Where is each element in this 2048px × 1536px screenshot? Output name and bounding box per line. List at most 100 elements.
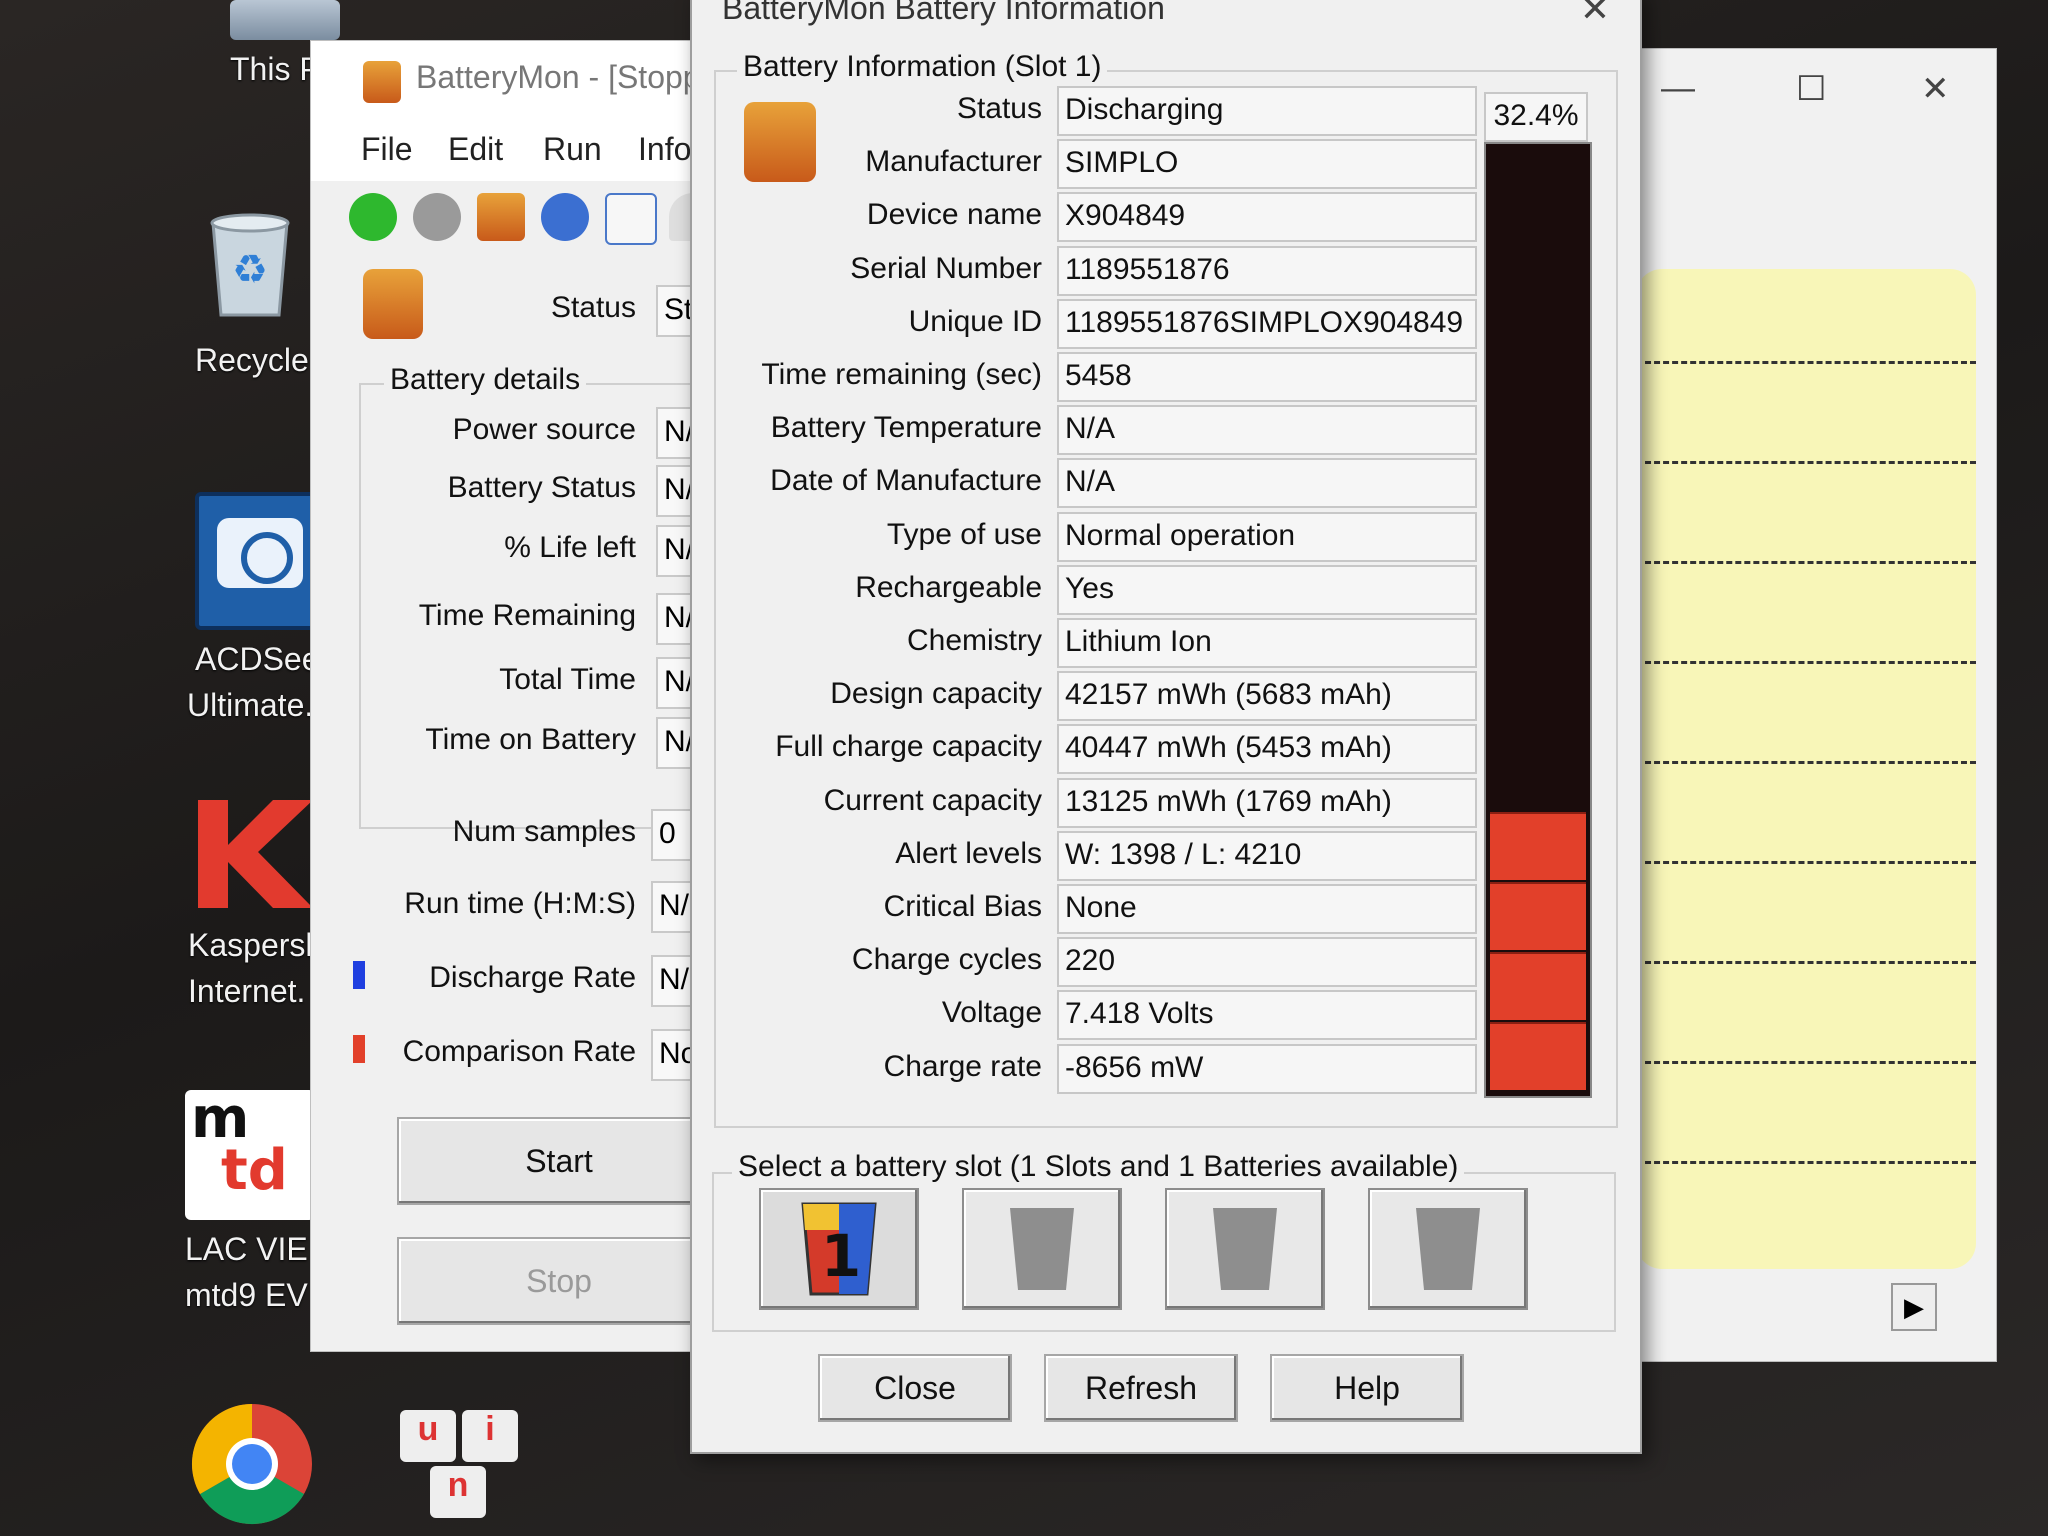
maximize-button[interactable]: ☐: [1796, 69, 1826, 109]
field-label: Current capacity: [823, 784, 1042, 817]
field-value: SIMPLO: [1057, 139, 1477, 189]
toolbar: [311, 185, 731, 251]
discharge-rate-label: Discharge Rate: [429, 961, 636, 994]
field-label: Time remaining (sec): [761, 358, 1042, 391]
menu-edit[interactable]: Edit: [448, 131, 503, 168]
field-value: Discharging: [1057, 86, 1477, 136]
unikey-key-n: n: [430, 1466, 486, 1518]
field-label: Voltage: [941, 996, 1042, 1029]
charge-segment: [1490, 812, 1586, 880]
menu-file[interactable]: File: [361, 131, 413, 168]
field-value: Lithium Ion: [1057, 618, 1477, 668]
field-label: Rechargeable: [855, 571, 1042, 604]
stop-circle-icon[interactable]: [413, 193, 461, 241]
minimize-button[interactable]: —: [1661, 69, 1695, 108]
recycle-bin-icon: ♻: [210, 213, 290, 317]
field-label: Charge cycles: [851, 943, 1042, 976]
field-label: Charge rate: [883, 1050, 1042, 1083]
battery-information-group-title: Battery Information (Slot 1): [737, 50, 1108, 84]
field-label: Serial Number: [850, 252, 1042, 285]
battery-slot-1-icon: 1: [801, 1202, 877, 1296]
life-left-label: % Life left: [504, 531, 636, 564]
menu-info[interactable]: Info: [638, 131, 691, 168]
field-label: Battery Temperature: [770, 411, 1042, 444]
charge-percent-readout: 32.4%: [1484, 92, 1588, 142]
field-value: N/A: [1057, 458, 1477, 508]
field-value: 40447 mWh (5453 mAh): [1057, 724, 1477, 774]
main-window-title: BatteryMon - [Stopp: [416, 59, 701, 95]
discharge-rate-color-swatch: [353, 961, 365, 989]
comparison-rate-label: Comparison Rate: [402, 1035, 636, 1068]
field-label: Alert levels: [895, 837, 1042, 870]
graph-area: [1636, 269, 1976, 1269]
scroll-right-button[interactable]: ▶: [1891, 1283, 1937, 1331]
battery-slot-group-title: Select a battery slot (1 Slots and 1 Bat…: [732, 1150, 1465, 1184]
field-value: 220: [1057, 937, 1477, 987]
battery-slot-3-button[interactable]: [1165, 1188, 1325, 1310]
run-time-label: Run time (H:M:S): [404, 887, 636, 920]
time-remaining-label: Time Remaining: [418, 599, 636, 632]
field-value: X904849: [1057, 192, 1477, 242]
desktop-icon-unikey[interactable]: u i n: [400, 1410, 540, 1530]
field-label: Manufacturer: [865, 145, 1042, 178]
start-check-icon[interactable]: [349, 193, 397, 241]
field-label: Type of use: [886, 518, 1042, 551]
field-label: Device name: [866, 198, 1042, 231]
settings-gear-icon[interactable]: [541, 193, 589, 241]
acdsee-icon: [195, 492, 325, 630]
field-value: 7.418 Volts: [1057, 990, 1477, 1040]
field-label: Unique ID: [908, 305, 1042, 338]
chrome-icon: [191, 1404, 312, 1525]
main-titlebar: BatteryMon - [Stopp: [311, 41, 731, 121]
graph-gridline: [1636, 1161, 1976, 1164]
field-value: Yes: [1057, 565, 1477, 615]
help-button[interactable]: Help: [1270, 1354, 1464, 1422]
charge-segment: [1490, 952, 1586, 1020]
graph-gridline: [1636, 761, 1976, 764]
field-value: 5458: [1057, 352, 1477, 402]
battery-slot-4-button[interactable]: [1368, 1188, 1528, 1310]
start-button[interactable]: Start: [397, 1117, 721, 1205]
field-value: N/A: [1057, 405, 1477, 455]
unikey-key-i: i: [462, 1410, 518, 1462]
battery-info-icon[interactable]: [477, 193, 525, 241]
close-button[interactable]: Close: [818, 1354, 1012, 1422]
refresh-button[interactable]: Refresh: [1044, 1354, 1238, 1422]
slot-number: 1: [821, 1222, 861, 1290]
charge-segment: [1490, 882, 1586, 950]
graph-gridline: [1636, 561, 1976, 564]
field-label: Design capacity: [830, 677, 1042, 710]
battery-information-dialog: BatteryMon Battery Information ✕ Battery…: [690, 0, 1642, 1454]
charge-segment: [1490, 1022, 1586, 1090]
battery-slot-2-button[interactable]: [962, 1188, 1122, 1310]
battery-status-label: Battery Status: [447, 471, 636, 504]
field-value: None: [1057, 884, 1477, 934]
field-label: Status: [956, 92, 1042, 125]
dialog-close-icon[interactable]: ✕: [1580, 0, 1610, 30]
unikey-key-u: u: [400, 1410, 456, 1462]
close-button[interactable]: ✕: [1921, 69, 1950, 109]
total-time-label: Total Time: [499, 663, 636, 696]
battery-details-title: Battery details: [384, 363, 587, 397]
kaspersky-icon: [198, 800, 313, 908]
checklist-icon[interactable]: [605, 193, 657, 245]
batterymon-main-window: BatteryMon - [Stopp File Edit Run Info S…: [310, 40, 763, 1352]
field-value: W: 1398 / L: 4210: [1057, 831, 1477, 881]
menu-run[interactable]: Run: [543, 131, 602, 168]
num-samples-label: Num samples: [452, 815, 636, 848]
comparison-rate-color-swatch: [353, 1035, 365, 1063]
svg-text:♻: ♻: [232, 247, 268, 293]
charge-level-gauge: [1484, 142, 1592, 1098]
status-label: Status: [550, 291, 636, 324]
graph-gridline: [1636, 1061, 1976, 1064]
desktop-icon-chrome[interactable]: [190, 1402, 314, 1526]
field-value: Normal operation: [1057, 512, 1477, 562]
background-window: — ☐ ✕ ▶: [1600, 48, 1997, 1362]
graph-gridline: [1636, 961, 1976, 964]
field-label: Full charge capacity: [775, 730, 1042, 763]
field-value: 13125 mWh (1769 mAh): [1057, 778, 1477, 828]
battery-slot-1-button[interactable]: 1: [759, 1188, 919, 1310]
empty-battery-icon: [1416, 1208, 1480, 1290]
field-value: 42157 mWh (5683 mAh): [1057, 671, 1477, 721]
stop-button[interactable]: Stop: [397, 1237, 721, 1325]
